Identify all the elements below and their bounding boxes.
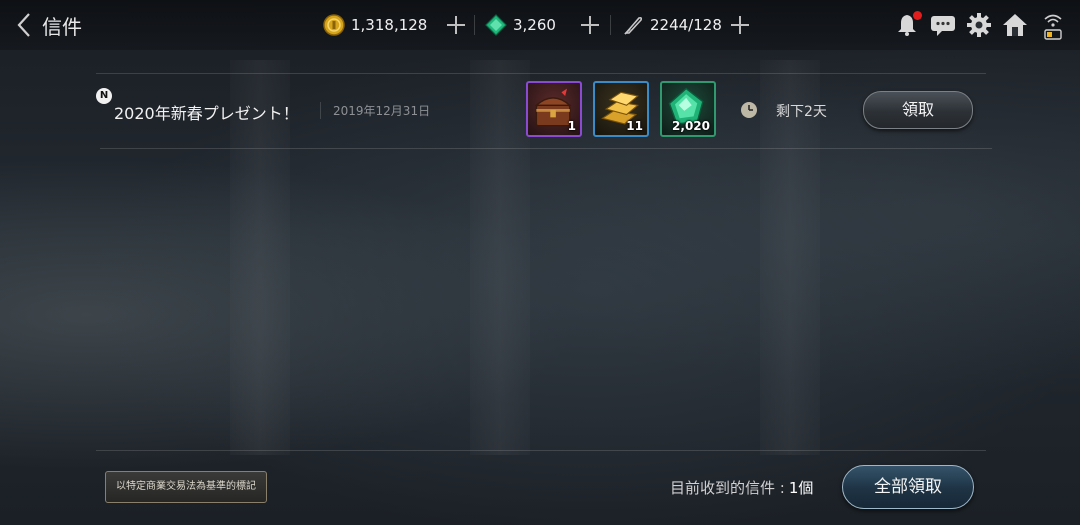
item-quantity: 1 — [567, 119, 576, 133]
mail-list-item[interactable]: N 2020年新春プレゼント！ 2019年12月31日 1 11 2,020 剩… — [96, 76, 988, 144]
gem-amount: 3,260 — [513, 16, 556, 34]
stamina-resource: 2244/128 — [622, 12, 722, 38]
list-top-divider — [96, 73, 986, 74]
clock-icon — [741, 102, 757, 118]
footer-divider — [96, 450, 986, 451]
new-badge: N — [96, 88, 112, 104]
quill-icon — [624, 16, 643, 35]
add-stamina-button[interactable] — [728, 13, 752, 37]
item-quantity: 11 — [626, 119, 643, 133]
top-bar: 信件 1,318,128 3,260 2244/128 — [0, 0, 1080, 50]
mail-date: 2019年12月31日 — [320, 102, 430, 119]
add-gold-button[interactable] — [444, 13, 468, 37]
home-button[interactable] — [1002, 12, 1028, 38]
mail-count-label: 目前收到的信件 : — [670, 479, 785, 497]
mail-count: 目前收到的信件 : 1個 — [670, 477, 813, 498]
notification-dot — [913, 11, 922, 20]
notification-button[interactable] — [894, 11, 922, 38]
gold-amount: 1,318,128 — [351, 16, 428, 34]
gold-coin-icon — [323, 14, 345, 36]
mail-count-value: 1個 — [788, 479, 814, 497]
settings-button[interactable] — [966, 12, 992, 38]
legal-notice-button[interactable]: 以特定商業交易法為基準的標記 — [105, 471, 267, 503]
emerald-gem-icon — [485, 14, 507, 36]
stamina-amount: 2244/128 — [650, 16, 722, 34]
gem-resource: 3,260 — [485, 12, 556, 38]
chat-button[interactable] — [929, 12, 957, 38]
page-title: 信件 — [42, 14, 82, 39]
mail-title: 2020年新春プレゼント！ — [114, 104, 299, 123]
claim-all-button[interactable]: 全部領取 — [842, 465, 974, 509]
add-gems-button[interactable] — [578, 13, 602, 37]
divider — [474, 15, 475, 35]
claim-button[interactable]: 領取 — [863, 91, 973, 129]
reward-item-gold-bars[interactable]: 11 — [593, 81, 649, 137]
gear-icon — [967, 13, 991, 37]
time-remaining: 剩下2天 — [776, 104, 827, 120]
home-icon — [1003, 14, 1027, 36]
chat-icon — [931, 16, 955, 36]
gold-resource: 1,318,128 — [323, 12, 427, 38]
list-item-divider — [100, 148, 992, 149]
wifi-battery-icon — [1044, 14, 1062, 40]
reward-item-chest[interactable]: 1 — [526, 81, 582, 137]
connection-status — [1042, 12, 1064, 40]
back-arrow-icon — [17, 13, 30, 37]
back-button[interactable]: 信件 — [14, 9, 104, 41]
divider — [610, 15, 611, 35]
reward-item-gems[interactable]: 2,020 — [660, 81, 716, 137]
item-quantity: 2,020 — [672, 119, 710, 133]
